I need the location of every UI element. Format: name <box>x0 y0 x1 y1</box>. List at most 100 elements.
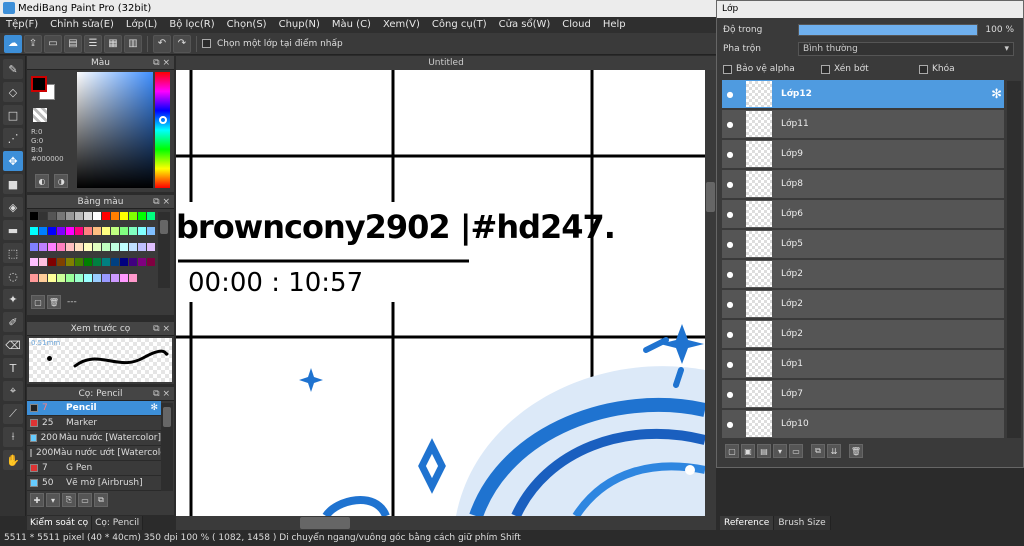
layer-list-scrollbar[interactable] <box>1007 81 1021 438</box>
palette-swatch[interactable] <box>30 242 38 251</box>
eye-icon[interactable]: ● <box>722 330 738 339</box>
copy-brush-icon[interactable]: ⎘ <box>62 493 76 507</box>
brush-tool-icon[interactable]: ✎ <box>3 59 23 79</box>
palette-swatch[interactable] <box>93 212 101 220</box>
palette-swatch[interactable] <box>129 212 137 220</box>
palette-swatch[interactable] <box>30 212 38 220</box>
document-icon[interactable]: ▤ <box>64 34 82 53</box>
hue-slider[interactable] <box>155 72 170 188</box>
palette-swatch[interactable] <box>120 273 128 282</box>
palette-swatch[interactable] <box>102 242 110 251</box>
menu-view[interactable]: Xem(V) <box>377 17 426 33</box>
palette-swatch[interactable] <box>138 227 146 236</box>
grid-icon[interactable]: ▦ <box>104 34 122 53</box>
share-icon[interactable]: ⇪ <box>24 34 42 53</box>
tab-brush-control[interactable]: Kiểm soát cọ <box>27 516 93 530</box>
menu-file[interactable]: Tệp(F) <box>0 17 44 33</box>
palette-swatch[interactable] <box>147 227 155 236</box>
trash-icon[interactable]: 🗑 <box>47 295 61 309</box>
brush-list-scrollbar[interactable] <box>161 403 173 491</box>
layer-row[interactable]: ● Lớp5 <box>722 230 1004 259</box>
table-icon[interactable]: ▥ <box>124 34 142 53</box>
palette-swatch[interactable] <box>84 273 92 282</box>
palette-swatch[interactable] <box>84 258 92 267</box>
menu-color[interactable]: Màu (C) <box>326 17 377 33</box>
chat-icon[interactable]: ▭ <box>44 34 62 53</box>
layer-row[interactable]: ● Lớp7 <box>722 380 1004 409</box>
tab-brush-pencil[interactable]: Cọ: Pencil <box>92 516 144 530</box>
brush-item[interactable]: 7 Pencil ✻ <box>27 401 161 416</box>
layer-row[interactable]: ● Lớp1 <box>722 350 1004 379</box>
blend-mode-select[interactable]: Bình thường ▾ <box>798 42 1014 56</box>
palette-swatch[interactable] <box>57 273 65 282</box>
panel-popout-icon[interactable]: ⧉ × <box>153 387 170 401</box>
saturation-value-picker[interactable] <box>77 72 153 188</box>
eye-icon[interactable]: ● <box>722 390 738 399</box>
menu-tools[interactable]: Công cụ(T) <box>426 17 493 33</box>
opacity-slider[interactable] <box>798 24 978 36</box>
trash-icon[interactable]: 🗑 <box>849 444 863 458</box>
menu-window[interactable]: Cửa sổ(W) <box>493 17 557 33</box>
new-halftone-layer-icon[interactable]: ▣ <box>741 444 755 458</box>
palette-swatch[interactable] <box>120 258 128 267</box>
layer-row[interactable]: ● Lớp12 ✻ <box>722 80 1004 109</box>
palette-swatch[interactable] <box>93 258 101 267</box>
clipping-checkbox[interactable]: Xén bớt <box>821 64 919 74</box>
palette-swatch[interactable] <box>129 227 137 236</box>
layer-row[interactable]: ● Lớp2 <box>722 320 1004 349</box>
gear-icon[interactable]: ✻ <box>991 87 1002 102</box>
move-tool-icon[interactable]: ✥ <box>3 151 23 171</box>
palette-swatch[interactable] <box>48 212 56 220</box>
palette-scrollbar[interactable] <box>158 212 170 288</box>
menu-filter[interactable]: Bộ lọc(R) <box>163 17 220 33</box>
palette-swatch[interactable] <box>93 227 101 236</box>
palette-swatch[interactable] <box>66 258 74 267</box>
palette-swatch[interactable] <box>138 242 146 251</box>
horizontal-scroll-thumb[interactable] <box>300 517 350 529</box>
panel-popout-icon[interactable]: ⧉ × <box>153 56 170 70</box>
layer-row[interactable]: ● Lớp11 <box>722 110 1004 139</box>
layer-row[interactable]: ● Lớp2 <box>722 290 1004 319</box>
palette-swatch[interactable] <box>66 227 74 236</box>
palette-swatch[interactable] <box>84 242 92 251</box>
merge-layer-icon[interactable]: ⇊ <box>827 444 841 458</box>
gradient-tool-icon[interactable]: ▬ <box>3 220 23 240</box>
menu-select[interactable]: Chọn(S) <box>221 17 273 33</box>
palette-swatch[interactable] <box>39 242 47 251</box>
palette-swatch[interactable] <box>30 258 38 267</box>
palette-swatch[interactable] <box>30 227 38 236</box>
palette-swatch[interactable] <box>75 212 83 220</box>
select-layer-checkbox[interactable] <box>202 39 211 48</box>
text-tool-icon[interactable]: T <box>3 358 23 378</box>
brush-item[interactable]: 200 Màu nước ướt [Watercolor] <box>27 446 161 461</box>
palette-swatch[interactable] <box>48 273 56 282</box>
eye-icon[interactable]: ● <box>722 270 738 279</box>
primary-color-swatch[interactable] <box>31 76 47 92</box>
palette-swatch[interactable] <box>120 227 128 236</box>
palette-swatch[interactable] <box>57 212 65 220</box>
palette-swatch[interactable] <box>75 227 83 236</box>
folder-icon[interactable]: ▭ <box>78 493 92 507</box>
palette-swatch[interactable] <box>102 212 110 220</box>
palette-swatch[interactable] <box>39 273 47 282</box>
palette-swatch[interactable] <box>147 212 155 220</box>
lasso-tool-icon[interactable]: ◌ <box>3 266 23 286</box>
palette-swatch[interactable] <box>57 258 65 267</box>
hue-slider-handle[interactable] <box>159 116 167 124</box>
palette-swatch[interactable] <box>102 258 110 267</box>
tab-reference[interactable]: Reference <box>720 516 775 530</box>
palette-swatch[interactable] <box>111 227 119 236</box>
brush-item[interactable]: 50 Vẽ mờ [Airbrush] <box>27 476 161 491</box>
palette-swatch[interactable] <box>102 273 110 282</box>
palette-swatch[interactable] <box>120 212 128 220</box>
divide-tool-icon[interactable]: ⟋ <box>3 404 23 424</box>
dot-tool-icon[interactable]: ⋰ <box>3 128 23 148</box>
document-tab[interactable]: Untitled <box>176 56 716 70</box>
palette-swatch[interactable] <box>30 273 38 282</box>
duplicate-layer-icon[interactable]: ⧉ <box>811 444 825 458</box>
layer-options-icon[interactable]: ▾ <box>773 444 787 458</box>
eye-icon[interactable]: ● <box>722 90 738 99</box>
fill-rect-tool-icon[interactable]: ■ <box>3 174 23 194</box>
palette-swatch[interactable] <box>111 212 119 220</box>
palette-swatch[interactable] <box>75 258 83 267</box>
